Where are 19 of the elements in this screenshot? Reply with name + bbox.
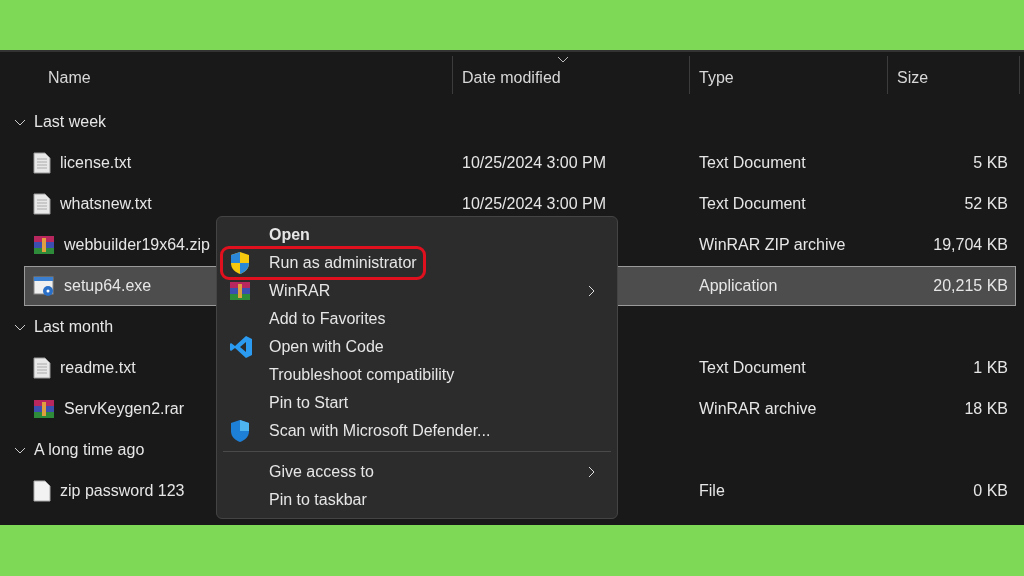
file-type: WinRAR ZIP archive (699, 236, 846, 254)
file-type: WinRAR archive (699, 400, 817, 418)
file-date: 10/25/2024 3:00 PM (462, 154, 607, 172)
file-type: Text Document (699, 195, 806, 213)
group-label: Last month (34, 318, 114, 336)
file-date: 10/25/2024 3:00 PM (462, 195, 607, 213)
file-type: Text Document (699, 359, 806, 377)
file-size: 5 KB (973, 154, 1008, 172)
file-size: 52 KB (964, 195, 1008, 213)
file-size: 0 KB (973, 482, 1008, 500)
group-label: A long time ago (34, 441, 145, 459)
file-type: File (699, 482, 725, 500)
file-size: 20,215 KB (933, 277, 1008, 295)
file-type: Text Document (699, 154, 806, 172)
file-type: Application (699, 277, 778, 295)
file-size: 1 KB (973, 359, 1008, 377)
file-size: 19,704 KB (933, 236, 1008, 254)
file-size: 18 KB (964, 400, 1008, 418)
group-label: Last week (34, 113, 107, 131)
